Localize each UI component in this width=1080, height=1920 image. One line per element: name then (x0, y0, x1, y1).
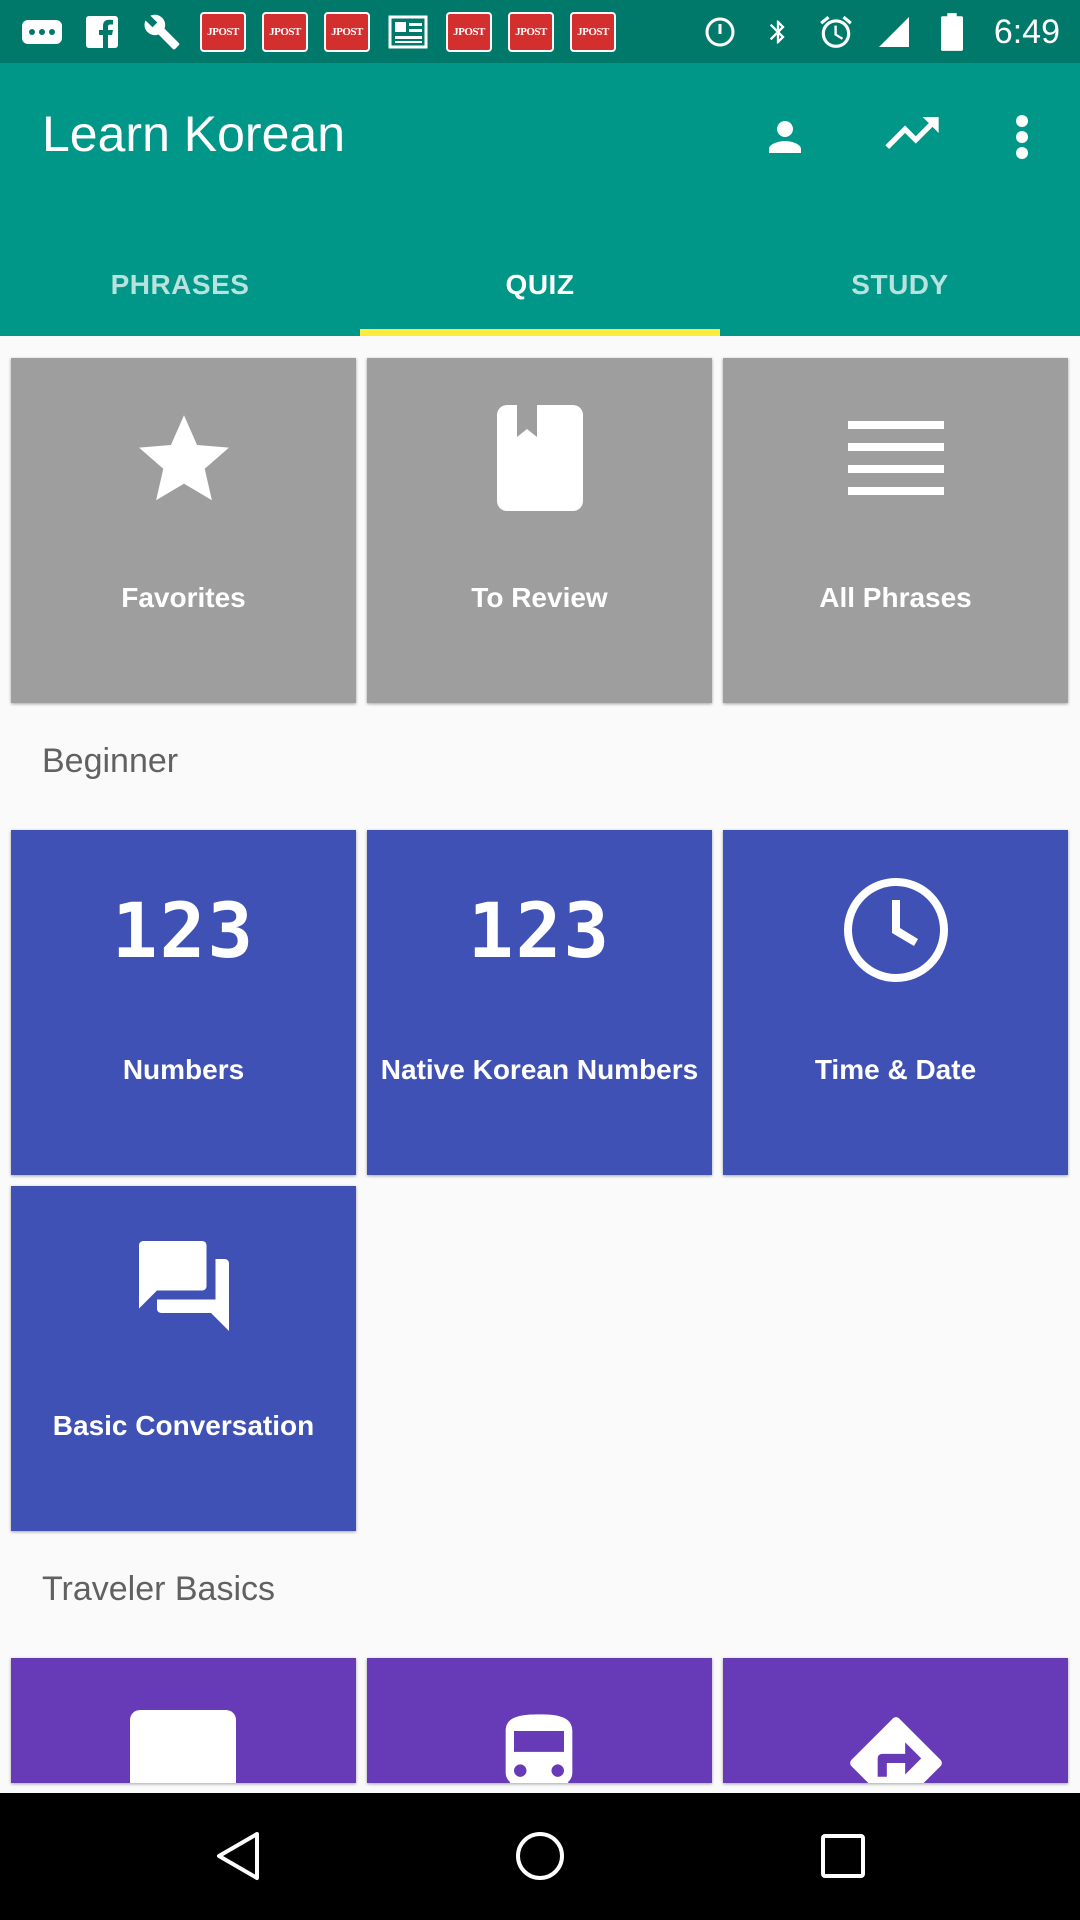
tile-favorites[interactable]: Favorites (11, 358, 356, 703)
tile-label: Basic Conversation (52, 1410, 315, 1441)
numbers-glyph: 123 (111, 885, 256, 975)
data-saver-icon (698, 12, 742, 52)
bus-icon (489, 1706, 589, 1783)
news-icon (386, 12, 430, 52)
forum-icon (11, 1226, 356, 1346)
more-vert-icon[interactable] (990, 105, 1054, 169)
bookmark-icon (367, 398, 712, 518)
notification-icons: JPOST JPOST JPOST JPOST JPOST JPOST (20, 10, 616, 54)
tile-numbers[interactable]: 123 Numbers (11, 830, 356, 1175)
tab-bar: PHRASES QUIZ STUDY (0, 233, 1080, 336)
alarm-icon (814, 12, 858, 52)
tab-quiz[interactable]: QUIZ (360, 233, 720, 336)
tile-label: To Review (471, 582, 608, 613)
tile-all-phrases[interactable]: All Phrases (723, 358, 1068, 703)
star-icon (11, 398, 356, 518)
jpost-icon: JPOST (200, 12, 246, 52)
jpost-icon: JPOST (508, 12, 554, 52)
more-icon (20, 12, 64, 52)
wrench-icon (140, 12, 184, 52)
tab-label: PHRASES (110, 268, 250, 300)
facebook-icon (80, 12, 124, 52)
tile-time-date[interactable]: Time & Date (723, 830, 1068, 1175)
app-bar: Learn Korean PHRASES QUIZ STUDY (0, 63, 1080, 336)
tile-native-korean-numbers[interactable]: 123 Native Korean Numbers (367, 830, 712, 1175)
back-icon[interactable] (208, 1826, 268, 1886)
clock-icon (723, 870, 1068, 990)
numbers-icon: 123 (11, 870, 356, 990)
tablet-icon (130, 1710, 236, 1783)
navigation-bar (0, 1793, 1080, 1920)
tile-traveler-1[interactable] (11, 1658, 356, 1783)
trending-up-icon[interactable] (880, 105, 944, 169)
tab-label: STUDY (851, 268, 949, 300)
jpost-icon: JPOST (262, 12, 308, 52)
numbers-glyph: 123 (467, 885, 612, 975)
tile-label: Time & Date (814, 1054, 977, 1085)
tab-label: QUIZ (505, 268, 575, 300)
clock-time: 6:49 (993, 12, 1060, 51)
tile-label: Favorites (121, 582, 246, 613)
numbers-icon: 123 (367, 870, 712, 990)
bluetooth-icon (756, 12, 800, 52)
tile-label: Native Korean Numbers (380, 1054, 699, 1085)
directions-icon (841, 1708, 951, 1783)
tab-indicator (360, 329, 720, 336)
tile-label: Numbers (122, 1054, 245, 1085)
jpost-icon: JPOST (570, 12, 616, 52)
tab-study[interactable]: STUDY (720, 233, 1080, 336)
battery-icon (930, 12, 974, 52)
section-title-traveler-basics: Traveler Basics (42, 1570, 276, 1608)
jpost-icon: JPOST (446, 12, 492, 52)
section-title-beginner: Beginner (42, 742, 179, 780)
tab-phrases[interactable]: PHRASES (0, 233, 360, 336)
home-icon[interactable] (510, 1826, 570, 1886)
signal-icon (872, 12, 916, 52)
tile-basic-conversation[interactable]: Basic Conversation (11, 1186, 356, 1531)
recents-icon[interactable] (813, 1826, 873, 1886)
jpost-icon: JPOST (324, 12, 370, 52)
status-bar: JPOST JPOST JPOST JPOST JPOST JPOST 6:49 (0, 0, 1080, 63)
tile-traveler-3[interactable] (723, 1658, 1068, 1783)
app-title: Learn Korean (42, 106, 346, 162)
list-icon (723, 398, 1068, 518)
tile-label: All Phrases (819, 582, 972, 613)
system-icons: 6:49 (698, 10, 1060, 54)
tile-traveler-2[interactable] (367, 1658, 712, 1783)
tile-to-review[interactable]: To Review (367, 358, 712, 703)
person-icon[interactable] (753, 105, 817, 169)
